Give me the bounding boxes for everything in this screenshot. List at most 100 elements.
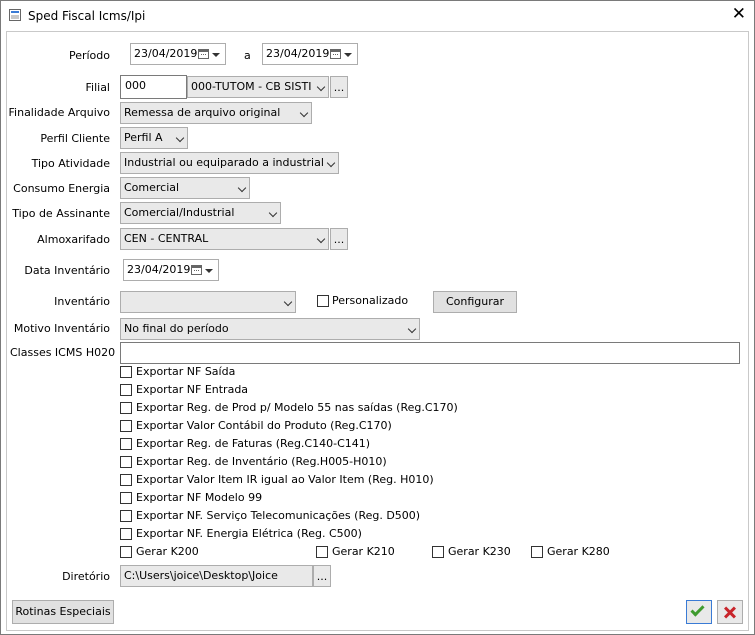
dialog-window: Sped Fiscal Icms/Ipi ✕ Período 23/04/201… [0,0,755,635]
chevron-down-icon [283,297,293,307]
periodo-label: Período [68,49,110,62]
dropdown-arrow-icon[interactable] [205,269,213,273]
periodo-from-value: 23/04/2019 [134,47,198,60]
almoxarifado-lookup-button[interactable]: ... [330,228,348,250]
ellipsis-label: ... [333,233,345,246]
exportar-checkbox[interactable] [120,402,132,414]
calendar-icon [191,265,202,275]
chevron-down-icon [407,324,417,334]
ellipsis-label: ... [316,570,328,583]
consumo-energia-select[interactable]: Comercial [120,177,250,199]
exportar-checkbox-label: Exportar Valor Item IR igual ao Valor It… [136,473,434,486]
exportar-checkbox[interactable] [120,366,132,378]
chevron-down-icon [237,183,247,193]
finalidade-select[interactable]: Remessa de arquivo original [120,102,312,124]
confirm-button[interactable] [686,600,712,624]
exportar-checkbox-label: Exportar NF Entrada [136,383,249,396]
periodo-to-value: 23/04/2019 [266,47,330,60]
gerar-k280-checkbox[interactable] [531,546,543,558]
finalidade-value: Remessa de arquivo original [124,106,281,119]
window-title: Sped Fiscal Icms/Ipi [28,9,146,23]
diretorio-input[interactable]: C:\Users\joice\Desktop\Joice [120,565,313,587]
motivo-inventario-label: Motivo Inventário [13,322,110,335]
diretorio-label: Diretório [62,570,110,583]
diretorio-browse-button[interactable]: ... [313,565,331,587]
checkmark-icon [690,602,705,617]
exportar-checkbox[interactable] [120,456,132,468]
periodo-separator: a [244,49,251,62]
exportar-checkbox[interactable] [120,510,132,522]
periodo-to-date[interactable]: 23/04/2019 [262,43,358,65]
personalizado-checkbox[interactable] [317,295,329,307]
exportar-checkbox-label: Exportar NF Modelo 99 [136,491,263,504]
tipo-assinante-value: Comercial/Industrial [124,206,235,219]
exportar-checkbox[interactable] [120,420,132,432]
diretorio-value: C:\Users\joice\Desktop\Joice [124,569,278,582]
chevron-down-icon [326,158,336,168]
consumo-energia-value: Comercial [124,181,180,194]
cancel-button[interactable] [717,600,743,624]
form-panel: Período 23/04/2019 a 23/04/2019 Filial 0… [6,31,749,631]
motivo-inventario-value: No final do período [124,322,229,335]
gerar-k280-label: Gerar K280 [547,545,610,558]
inventario-select[interactable] [120,291,296,313]
dropdown-arrow-icon[interactable] [344,53,352,57]
tipo-assinante-label: Tipo de Assinante [12,207,110,220]
tipo-assinante-select[interactable]: Comercial/Industrial [120,202,281,224]
title-bar[interactable]: Sped Fiscal Icms/Ipi ✕ [1,1,754,31]
ellipsis-label: ... [333,81,345,94]
perfil-value: Perfil A [124,131,163,144]
gerar-k230-checkbox[interactable] [432,546,444,558]
tipo-atividade-label: Tipo Atividade [31,157,110,170]
exportar-checkbox[interactable] [120,492,132,504]
exportar-checkbox[interactable] [120,528,132,540]
perfil-label: Perfil Cliente [40,132,110,145]
app-window-icon [9,9,21,21]
tipo-atividade-select[interactable]: Industrial ou equiparado a industrial [120,152,339,174]
personalizado-label: Personalizado [332,294,409,307]
exportar-checkbox-label: Exportar Reg. de Prod p/ Modelo 55 nas s… [136,401,458,414]
configurar-button[interactable]: Configurar [433,291,517,313]
motivo-inventario-select[interactable]: No final do período [120,318,420,340]
gerar-k200-label: Gerar K200 [136,545,199,558]
filial-select-value: 000-TUTOM - CB SISTI [191,80,312,93]
filial-select[interactable]: 000-TUTOM - CB SISTI [187,76,329,98]
filial-lookup-button[interactable]: ... [330,76,348,98]
inventario-label: Inventário [54,295,110,308]
dropdown-arrow-icon[interactable] [212,53,220,57]
exportar-checkbox-label: Exportar Reg. de Faturas (Reg.C140-C141) [136,437,371,450]
consumo-energia-label: Consumo Energia [13,182,110,195]
exportar-checkbox[interactable] [120,384,132,396]
calendar-icon [198,49,209,59]
filial-code-input[interactable]: 000 [120,75,187,99]
exportar-checkbox-label: Exportar NF. Energia Elétrica (Reg. C500… [136,527,362,540]
exportar-checkbox[interactable] [120,438,132,450]
chevron-down-icon [299,108,309,118]
close-window-button[interactable]: ✕ [732,4,746,24]
gerar-k200-checkbox[interactable] [120,546,132,558]
chevron-down-icon [175,133,185,143]
gerar-k210-checkbox[interactable] [316,546,328,558]
chevron-down-icon [268,208,278,218]
finalidade-label: Finalidade Arquivo [8,106,110,119]
almoxarifado-select[interactable]: CEN - CENTRAL [120,228,329,250]
exportar-checkbox-label: Exportar Reg. de Inventário (Reg.H005-H0… [136,455,387,468]
classes-icms-input[interactable] [120,342,740,364]
gerar-k230-label: Gerar K230 [448,545,511,558]
almoxarifado-label: Almoxarifado [37,233,110,246]
filial-label: Filial [85,81,111,94]
rotinas-especiais-button[interactable]: Rotinas Especiais [12,600,114,624]
exportar-checkbox[interactable] [120,474,132,486]
chevron-down-icon [316,234,326,244]
calendar-icon [330,49,341,59]
tipo-atividade-value: Industrial ou equiparado a industrial [124,156,324,169]
data-inventario-label: Data Inventário [24,264,110,277]
exportar-checkbox-label: Exportar NF. Serviço Telecomunicações (R… [136,509,421,522]
periodo-from-date[interactable]: 23/04/2019 [130,43,226,65]
data-inventario-date[interactable]: 23/04/2019 [123,259,219,281]
perfil-select[interactable]: Perfil A [120,127,188,149]
data-inventario-value: 23/04/2019 [127,263,191,276]
classes-icms-label: Classes ICMS H020 [10,346,116,359]
exportar-checkbox-label: Exportar Valor Contábil do Produto (Reg.… [136,419,392,432]
cross-icon [718,601,742,623]
